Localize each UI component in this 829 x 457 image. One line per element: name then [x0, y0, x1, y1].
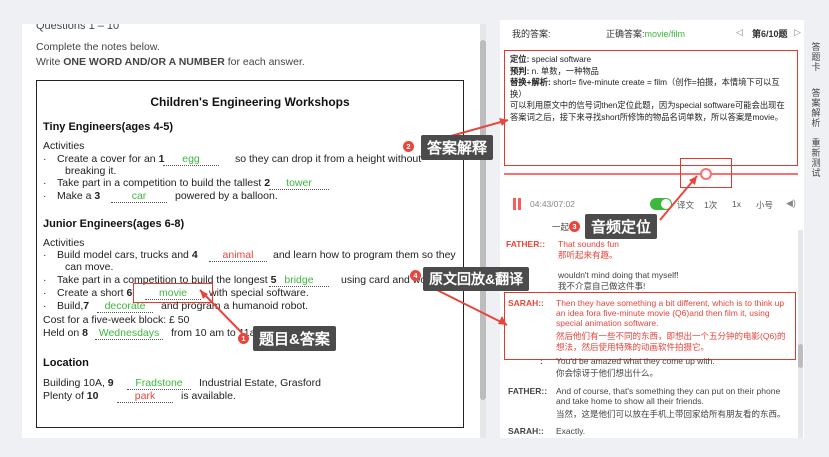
transcript-line[interactable]: wouldn't mind doing that myself! [558, 270, 679, 281]
q10-text-post: is available. [181, 390, 236, 402]
q6-text-post: with special software. [209, 287, 309, 299]
callout-answer-explanation: 答案解释 [421, 135, 494, 160]
predict-text: n. 单数，一种物品 [531, 65, 599, 76]
transcript-translation: 当然，这是他们可以放在手机上带回家给所有朋友看的东西。 [556, 409, 786, 419]
q1-answer[interactable]: egg [163, 153, 219, 166]
activities-label-2: Activities [43, 237, 85, 249]
transcript-line[interactable]: And of course, that's something they can… [556, 386, 780, 397]
callout-number: 3 [569, 221, 580, 232]
activities-label: Activities [43, 140, 85, 152]
q3-text: Make a 3 [57, 190, 101, 202]
left-scrollbar-thumb[interactable] [480, 40, 486, 400]
transcript-line[interactable]: You'd be amazed what they come up with. [556, 356, 715, 367]
location-heading: Location [43, 357, 89, 369]
transcript-line-current[interactable]: an idea fora five-minute movie (Q6)and t… [556, 308, 770, 319]
volume-icon[interactable]: ◀) [786, 198, 796, 208]
pause-icon[interactable] [512, 198, 522, 210]
q3-text-post: powered by a balloon. [175, 190, 278, 202]
q1-text-post: so they can drop it from a height withou… [235, 153, 422, 165]
analysis-text: 可以利用原文中的信号词then定位此题，因为special software可能… [510, 100, 785, 122]
right-scrollbar-thumb[interactable] [798, 344, 803, 368]
callout-number: 2 [403, 141, 414, 152]
callout-audio-locate: 音频定位 [585, 214, 658, 239]
q7-answer[interactable]: decorate [97, 300, 153, 313]
instruction-text-2: Write ONE WORD AND/OR A NUMBER for each … [36, 56, 305, 68]
section-heading-tiny: Tiny Engineers(ages 4-5) [43, 121, 174, 133]
next-question-icon[interactable]: ▷ [794, 27, 801, 38]
translation-toggle[interactable] [650, 198, 672, 210]
transcript-translation: 那听起来有趣。 [558, 250, 618, 260]
cost-text: Cost for a five-week block: £ 50 [43, 314, 190, 326]
question-position: 第6/10题 [752, 29, 788, 39]
q9-text-post: Industrial Estate, Grasford [199, 377, 321, 389]
notes-box: Children's Engineering Workshops Tiny En… [36, 80, 464, 428]
transcript-line-current[interactable]: Then they have something a bit different… [556, 298, 784, 309]
audio-time: 04:43/07:02 [530, 199, 575, 209]
transcript-line[interactable]: 一起 [552, 222, 569, 233]
q9-answer[interactable]: Fradstone [127, 377, 191, 390]
q4-text: Build model cars, trucks and 4 [57, 249, 198, 261]
replace-text: short= five-minute create = film（创作=拍摄，本… [510, 77, 780, 99]
speed-button[interactable]: 1x [732, 199, 741, 209]
instruction-text: Complete the notes below. [36, 41, 160, 53]
right-scrollbar-track[interactable] [798, 230, 803, 438]
prev-question-icon[interactable]: ◁ [736, 27, 743, 38]
q5-answer[interactable]: bridge [269, 274, 329, 287]
font-size-button[interactable]: 小号 [756, 199, 773, 211]
q8-text: Held on 8 [43, 327, 88, 339]
callout-question-answer: 题目&答案 [253, 326, 336, 351]
speaker-label: SARAH:: [508, 298, 544, 308]
section-heading-junior: Junior Engineers(ages 6-8) [43, 218, 185, 230]
notes-title: Children's Engineering Workshops [150, 95, 350, 109]
callout-number: 4 [410, 270, 421, 281]
question-panel: Questions 1 – 10 Complete the notes belo… [22, 24, 486, 438]
locate-text: special software [531, 54, 592, 64]
my-answer-label: 我的答案: [512, 29, 551, 39]
q4-text-cont: can move. [65, 261, 114, 273]
callout-transcript-translation: 原文回放&翻译 [423, 267, 530, 291]
tab-answer-analysis[interactable]: 答案解析 [809, 88, 823, 128]
q1-text: Create a cover for an 1 [57, 153, 165, 165]
speaker-label: : [540, 356, 543, 366]
callout-number: 1 [238, 333, 249, 344]
tab-retest[interactable]: 重新测试 [809, 138, 823, 178]
q4-text-post: and learn how to program them so they [273, 249, 456, 261]
q7-text: Build,7 [57, 300, 90, 312]
correct-answer: 正确答案:movie/film [606, 29, 686, 39]
q1-text-cont: breaking it. [65, 165, 117, 177]
transcript-line-current[interactable]: special animation software. [556, 318, 659, 329]
q9-text: Building 10A, 9 [43, 377, 114, 389]
transcript-line[interactable]: Exactly. [556, 426, 585, 437]
transcript-translation-current: 然后他们有一些不同的东西，即想出一个五分钟的电影(Q6)的 [556, 331, 786, 341]
q10-text: Plenty of 10 [43, 390, 99, 402]
q10-answer[interactable]: park [117, 390, 173, 403]
q6-text: Create a short 6 [57, 287, 133, 299]
q7-text-post: and program a humanoid robot. [161, 300, 309, 312]
explanation-box: 定位: special software 预判: n. 单数，一种物品 替换+解… [504, 50, 798, 166]
repeat-times-button[interactable]: 1次 [704, 199, 717, 211]
audio-progress-bar[interactable] [504, 173, 798, 175]
transcript-line[interactable]: That sounds fun [558, 239, 619, 250]
q2-answer[interactable]: tower [269, 177, 329, 190]
transcript-line[interactable]: and take home to show all their friends. [556, 396, 704, 407]
speaker-label: SARAH:: [508, 426, 544, 436]
q2-text: Take part in a competition to build the … [57, 177, 271, 189]
progress-highlight-frame [680, 158, 732, 188]
q3-answer[interactable]: car [111, 190, 167, 203]
player-controls: 04:43/07:02 译文 1次 1x 小号 ◀) [500, 192, 804, 214]
question-range: Questions 1 – 10 [36, 24, 120, 32]
translation-label: 译文 [677, 200, 695, 210]
q4-answer[interactable]: animal [209, 249, 267, 262]
tab-answer-sheet[interactable]: 答题卡 [809, 42, 823, 72]
q8-text-post: from 10 am to 11am [171, 327, 265, 339]
transcript-translation: 我不介意自己做这件事! [558, 281, 646, 291]
q8-answer[interactable]: Wednesdays [95, 327, 163, 340]
speaker-label: FATHER:: [508, 386, 548, 396]
speaker-label: FATHER:: [506, 239, 546, 249]
transcript-translation: 你会惊讶于他们想出什么。 [556, 368, 659, 378]
transcript-translation-current: 想法，然后使用特殊的动画软件拍摄它。 [556, 342, 710, 352]
